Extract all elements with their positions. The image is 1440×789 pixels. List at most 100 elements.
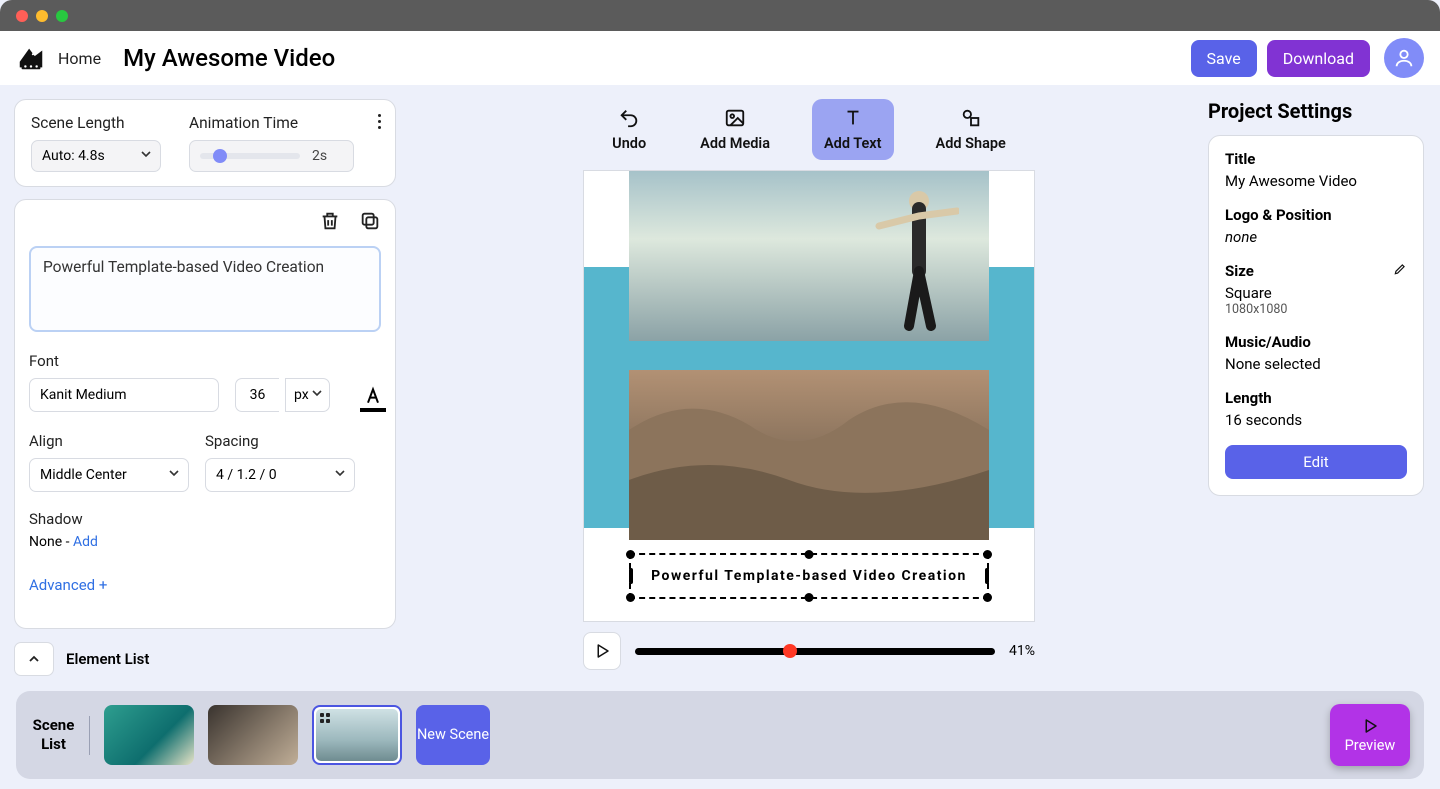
setting-music-value: None selected bbox=[1225, 355, 1407, 373]
scene-thumb-2[interactable] bbox=[208, 705, 298, 765]
scene-length-label: Scene Length bbox=[31, 114, 161, 132]
canvas-toolbar: Undo Add Media Add Text Add Shape bbox=[600, 99, 1018, 160]
app-header: Home My Awesome Video Save Download bbox=[0, 31, 1440, 85]
canvas-text[interactable]: Powerful Template-based Video Creation bbox=[651, 568, 967, 584]
preview-button[interactable]: Preview bbox=[1330, 704, 1410, 766]
shadow-none-text: None - bbox=[29, 534, 73, 550]
advanced-toggle[interactable]: Advanced + bbox=[29, 576, 381, 594]
canvas[interactable]: Powerful Template-based Video Creation bbox=[583, 170, 1035, 622]
scene-thumb-1[interactable] bbox=[104, 705, 194, 765]
add-shape-tool[interactable]: Add Shape bbox=[924, 99, 1018, 160]
scene-length-value: Auto: 4.8s bbox=[42, 148, 105, 164]
shadow-add-link[interactable]: Add bbox=[73, 534, 98, 550]
element-list-label: Element List bbox=[66, 650, 149, 668]
project-settings-heading: Project Settings bbox=[1208, 99, 1424, 123]
setting-logo-label: Logo & Position bbox=[1225, 206, 1407, 224]
app-logo bbox=[16, 43, 46, 73]
scene-strip: Scene List New Scene Preview bbox=[16, 691, 1424, 779]
resize-handle[interactable] bbox=[805, 593, 814, 602]
scene-length-select[interactable]: Auto: 4.8s bbox=[31, 140, 161, 172]
preview-label: Preview bbox=[1345, 737, 1396, 754]
add-media-label: Add Media bbox=[700, 135, 770, 152]
scene-thumb-3-selected[interactable] bbox=[312, 705, 402, 765]
caret-down-icon bbox=[140, 148, 152, 164]
animation-time-value: 2s bbox=[312, 148, 327, 164]
right-panel: Project Settings Title My Awesome Video … bbox=[1208, 85, 1440, 689]
font-unit-select[interactable]: px bbox=[285, 378, 330, 412]
text-selection-box[interactable]: Powerful Template-based Video Creation bbox=[629, 553, 989, 599]
font-family-select[interactable]: Kanit Medium bbox=[29, 378, 219, 412]
text-color-button[interactable] bbox=[360, 386, 386, 412]
spacing-select[interactable]: 4 / 1.2 / 0 bbox=[205, 458, 355, 492]
setting-music-label: Music/Audio bbox=[1225, 333, 1407, 351]
delete-icon[interactable] bbox=[319, 210, 341, 232]
setting-length-label: Length bbox=[1225, 389, 1407, 407]
setting-length-value: 16 seconds bbox=[1225, 411, 1407, 429]
figure-silhouette bbox=[869, 181, 959, 331]
animation-time-label: Animation Time bbox=[189, 114, 354, 132]
resize-handle[interactable] bbox=[805, 550, 814, 559]
animation-slider[interactable] bbox=[200, 153, 300, 159]
project-title: My Awesome Video bbox=[123, 44, 335, 72]
project-settings-card: Title My Awesome Video Logo & Position n… bbox=[1208, 135, 1424, 496]
progress-thumb[interactable] bbox=[783, 644, 797, 658]
settings-edit-button[interactable]: Edit bbox=[1225, 445, 1407, 479]
font-size-input[interactable] bbox=[235, 378, 279, 412]
progress-track[interactable] bbox=[635, 648, 995, 655]
maximize-window-icon[interactable] bbox=[56, 10, 68, 22]
resize-handle[interactable] bbox=[629, 568, 633, 584]
download-button[interactable]: Download bbox=[1267, 40, 1370, 77]
setting-title-value: My Awesome Video bbox=[1225, 172, 1407, 190]
text-editor-panel: Font Kanit Medium px bbox=[14, 199, 396, 629]
element-list-toggle[interactable] bbox=[14, 642, 54, 676]
media-bottom[interactable] bbox=[629, 370, 989, 540]
setting-size-label-text: Size bbox=[1225, 262, 1254, 280]
align-select[interactable]: Middle Center bbox=[29, 458, 189, 492]
setting-size-label: Size bbox=[1225, 262, 1407, 280]
setting-logo-value: none bbox=[1225, 228, 1407, 246]
add-text-label: Add Text bbox=[824, 135, 882, 152]
slider-thumb[interactable] bbox=[213, 149, 227, 163]
add-text-tool[interactable]: Add Text bbox=[812, 99, 894, 160]
more-options-icon[interactable] bbox=[378, 114, 381, 129]
add-shape-label: Add Shape bbox=[936, 135, 1006, 152]
shadow-value: None - Add bbox=[29, 534, 381, 550]
text-content-textarea[interactable] bbox=[43, 258, 367, 320]
left-panel: Scene Length Auto: 4.8s Animation Time 2… bbox=[0, 85, 410, 689]
play-button[interactable] bbox=[583, 632, 621, 670]
media-top[interactable] bbox=[629, 171, 989, 341]
align-value: Middle Center bbox=[40, 467, 127, 483]
rocks-illustration bbox=[629, 370, 989, 540]
resize-handle[interactable] bbox=[626, 593, 635, 602]
save-button[interactable]: Save bbox=[1191, 40, 1257, 77]
center-panel: Undo Add Media Add Text Add Shape bbox=[410, 85, 1208, 689]
scene-options-panel: Scene Length Auto: 4.8s Animation Time 2… bbox=[14, 99, 396, 187]
resize-handle[interactable] bbox=[985, 568, 989, 584]
resize-handle[interactable] bbox=[626, 550, 635, 559]
new-scene-button[interactable]: New Scene bbox=[416, 705, 490, 765]
caret-down-icon bbox=[168, 467, 180, 483]
text-color-swatch bbox=[360, 408, 386, 412]
spacing-label: Spacing bbox=[205, 432, 355, 450]
pencil-icon[interactable] bbox=[1393, 262, 1407, 280]
align-label: Align bbox=[29, 432, 189, 450]
progress-percent: 41% bbox=[1009, 643, 1035, 659]
duplicate-icon[interactable] bbox=[359, 210, 381, 232]
add-media-tool[interactable]: Add Media bbox=[688, 99, 782, 160]
font-family-value: Kanit Medium bbox=[40, 387, 127, 403]
caret-down-icon bbox=[311, 387, 323, 403]
spacing-value: 4 / 1.2 / 0 bbox=[216, 467, 277, 483]
setting-size-value: Square bbox=[1225, 284, 1407, 302]
resize-handle[interactable] bbox=[983, 593, 992, 602]
minimize-window-icon[interactable] bbox=[36, 10, 48, 22]
animation-time-control[interactable]: 2s bbox=[189, 140, 354, 172]
scene-list-label: Scene List bbox=[30, 716, 90, 755]
resize-handle[interactable] bbox=[983, 550, 992, 559]
home-link[interactable]: Home bbox=[58, 49, 101, 68]
undo-tool[interactable]: Undo bbox=[600, 99, 658, 160]
shadow-label: Shadow bbox=[29, 510, 381, 528]
close-window-icon[interactable] bbox=[16, 10, 28, 22]
user-avatar[interactable] bbox=[1384, 38, 1424, 78]
text-content-field[interactable] bbox=[29, 246, 381, 332]
window-titlebar bbox=[0, 0, 1440, 31]
